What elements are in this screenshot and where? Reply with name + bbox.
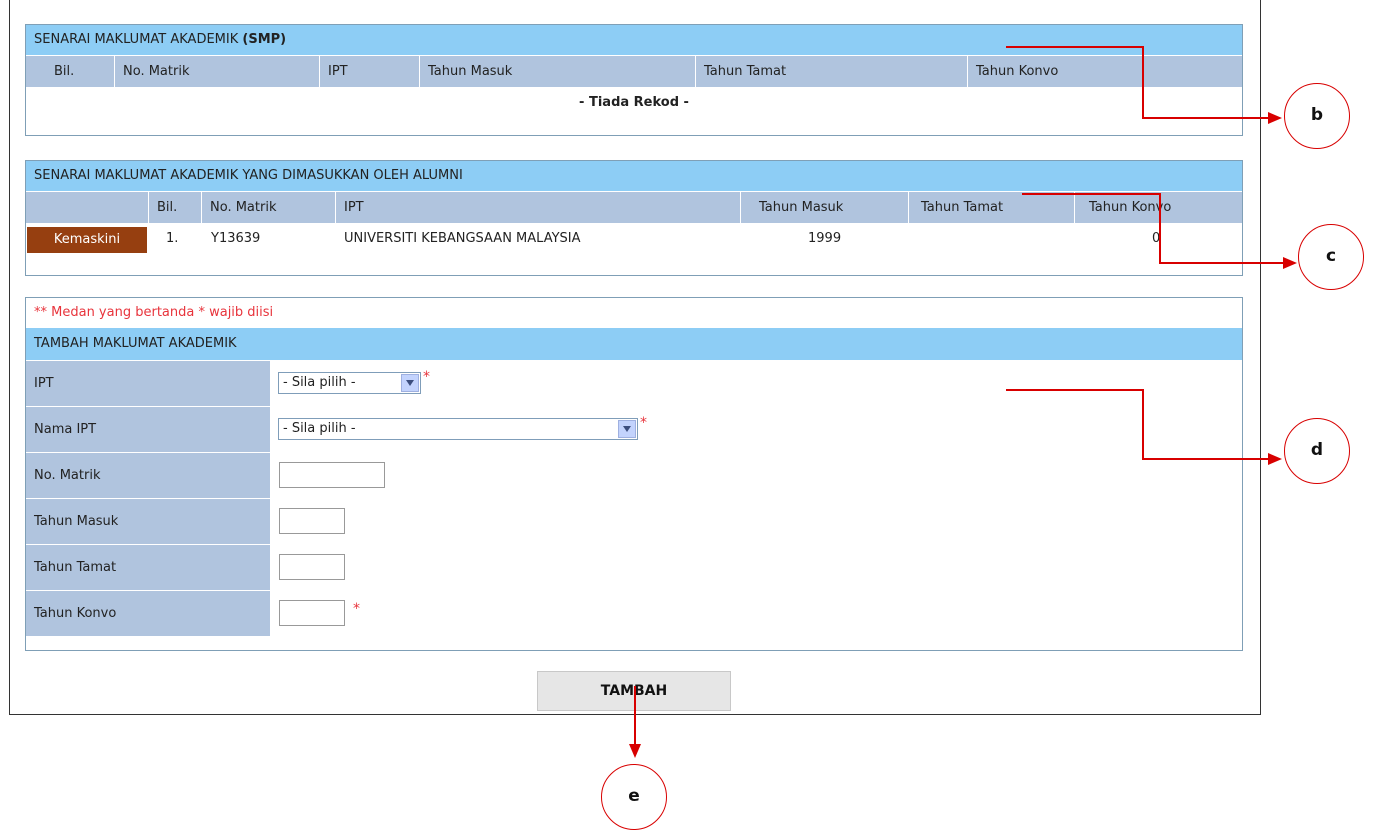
callout-c: c — [1298, 224, 1364, 290]
arrowhead-d — [1268, 453, 1282, 465]
arrowhead-e — [629, 744, 641, 758]
arrow-d — [1006, 389, 1276, 460]
callout-e: e — [601, 764, 667, 830]
arrow-c — [1022, 193, 1291, 264]
callout-b: b — [1284, 83, 1350, 149]
arrow-b — [1006, 46, 1276, 119]
callout-arrows — [629, 46, 1297, 758]
arrowhead-b — [1268, 112, 1282, 124]
callout-d: d — [1284, 418, 1350, 484]
arrowhead-c — [1283, 257, 1297, 269]
